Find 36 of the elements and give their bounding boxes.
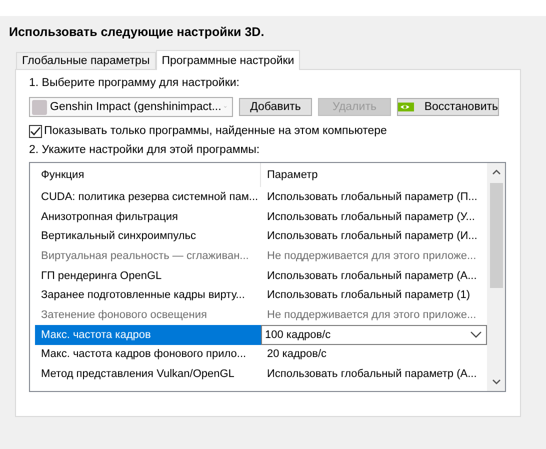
program-dropdown[interactable]: Genshin Impact (genshinimpact... [29, 97, 233, 117]
chevron-down-icon [470, 330, 482, 339]
scroll-down-icon [492, 379, 500, 385]
table-cell-text: Использовать глобальный параметр (А... [266, 268, 478, 284]
column-header[interactable]: Функция [35, 163, 261, 187]
table-cell[interactable]: ГП рендеринга OpenGL [35, 266, 261, 286]
table-cell[interactable]: Макс. частота кадров [35, 324, 261, 344]
table-cell[interactable]: Вертикальный синхроимпульс [35, 226, 261, 246]
value-dropdown[interactable]: 100 кадров/с [261, 324, 487, 344]
table-cell-text: 20 кадров/с [266, 347, 328, 362]
table-cell[interactable]: Метод представления Vulkan/OpenGL [35, 364, 261, 384]
app-avatar-icon [32, 100, 47, 114]
table-cell[interactable]: CUDA: политика резерва системной пам... [35, 187, 261, 207]
table-cell[interactable]: Заранее подготовленные кадры вирту... [35, 285, 261, 306]
table-cell-text: Не поддерживается для этого приложе... [266, 248, 478, 264]
table-cell-text: Использовать глобальный параметр (И... [266, 229, 478, 244]
step-label: 2. Укажите настройки для этой программы: [29, 144, 261, 158]
table-cell[interactable]: Макс. частота кадров фонового прило... [35, 344, 261, 364]
table-cell-text: Использовать глобальный параметр (П... [266, 190, 478, 205]
action-button[interactable]: Восстановить [397, 98, 499, 116]
table-cell[interactable]: Анизотропная фильтрация [35, 206, 261, 226]
section-heading: Использовать следующие настройки 3D. [8, 24, 266, 41]
eye-logo-icon [398, 100, 414, 114]
tab[interactable]: Программные настройки [156, 50, 300, 70]
action-button[interactable]: Добавить [239, 98, 312, 116]
scroll-up-icon [492, 169, 500, 175]
step-label: 1. Выберите программу для настройки: [29, 77, 240, 91]
table-cell-text: Не поддерживается для этого приложе... [266, 308, 478, 323]
table-cell-text: Использовать глобальный параметр (У... [266, 210, 476, 225]
scrollbar[interactable] [487, 163, 505, 391]
tab[interactable]: Глобальные параметры [16, 52, 156, 69]
checkbox-label: Показывать только программы, найденные на этом компьютере [44, 125, 387, 137]
table-cell-text: Использовать глобальный параметр (А... [266, 367, 478, 382]
column-header[interactable]: Параметр [261, 163, 487, 187]
table-cell-text: Использовать глобальный параметр (1) [266, 288, 472, 304]
checkbox[interactable] [29, 124, 42, 138]
